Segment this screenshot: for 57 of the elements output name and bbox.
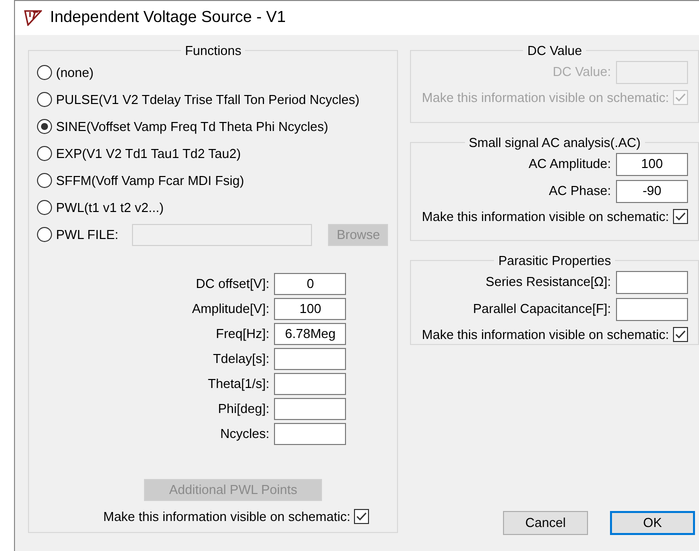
radio-button[interactable]: [37, 119, 52, 134]
input-field[interactable]: 100: [616, 152, 688, 176]
checkbox-label: Make this information visible on schematic:: [422, 326, 669, 344]
input-field[interactable]: [274, 398, 346, 420]
input-field[interactable]: -90: [616, 180, 688, 202]
input-field[interactable]: [274, 348, 346, 370]
radio-label: PWL(t1 v1 t2 v2...): [56, 198, 164, 217]
group-title: Parasitic Properties: [497, 252, 612, 270]
group-title: DC Value: [526, 42, 584, 60]
parameter-label: Tdelay[s]:: [212, 350, 270, 368]
input-field[interactable]: [274, 372, 346, 394]
file-path-field[interactable]: [132, 224, 312, 246]
radio-label: EXP(V1 V2 Td1 Tau1 Td2 Tau2): [56, 144, 241, 163]
radio-button[interactable]: [37, 227, 52, 242]
checkbox[interactable]: [673, 208, 688, 224]
radio-label: SINE(Voffset Vamp Freq Td Theta Phi Ncycles): [56, 118, 328, 136]
checkmark-icon: [675, 330, 686, 339]
radio-label: (none): [56, 64, 94, 82]
radio-button[interactable]: [37, 65, 52, 80]
input-field[interactable]: 6.78Meg: [274, 322, 346, 344]
group-title: Functions: [184, 42, 242, 60]
input-field[interactable]: 0: [274, 272, 346, 294]
checkbox[interactable]: [673, 326, 688, 342]
app-logo-icon: [24, 10, 42, 26]
parameter-label: Ncycles:: [220, 424, 270, 443]
field-label: Parallel Capacitance[F]:: [472, 300, 611, 318]
checkbox-label: Make this information visible on schematic:: [422, 88, 669, 106]
radio-button[interactable]: [37, 173, 52, 188]
radio-button[interactable]: [37, 200, 52, 215]
checkbox-label: Make this information visible on schematic:: [103, 508, 350, 526]
checkmark-icon: [356, 512, 368, 521]
group-title: Small signal AC analysis(.AC): [468, 134, 642, 152]
dialog-button[interactable]: OK: [610, 511, 695, 535]
field-label: DC Value:: [552, 63, 611, 82]
radio-label: PULSE(V1 V2 Tdelay Trise Tfall Ton Period Ncycles): [56, 90, 360, 109]
radio-button[interactable]: [37, 92, 52, 107]
dialog-button[interactable]: Cancel: [503, 511, 588, 535]
field-label: Series Resistance[Ω]:: [486, 273, 611, 292]
checkbox[interactable]: [354, 508, 370, 524]
radio-label: SFFM(Voff Vamp Fcar MDI Fsig): [56, 172, 244, 190]
window-title: Independent Voltage Source - V1: [50, 8, 286, 28]
parameter-label: Phi[deg]:: [218, 400, 270, 418]
checkmark-icon: [675, 212, 686, 221]
field-label: AC Phase:: [548, 182, 611, 200]
parameter-label: DC offset[V]:: [196, 274, 270, 293]
input-field[interactable]: [616, 298, 688, 320]
input-field[interactable]: [616, 270, 688, 294]
input-field[interactable]: 100: [274, 298, 346, 320]
input-field[interactable]: [274, 422, 346, 444]
parameter-label: Amplitude[V]:: [192, 300, 270, 318]
parameter-label: Theta[1/s]:: [208, 374, 270, 393]
parameter-label: Freq[Hz]:: [216, 324, 270, 343]
checkbox-label: Make this information visible on schematic:: [422, 208, 669, 226]
radio-button[interactable]: [37, 146, 52, 161]
radio-label: PWL FILE:: [56, 226, 118, 244]
checkmark-icon: [675, 92, 686, 102]
field-label: AC Amplitude:: [528, 155, 611, 174]
